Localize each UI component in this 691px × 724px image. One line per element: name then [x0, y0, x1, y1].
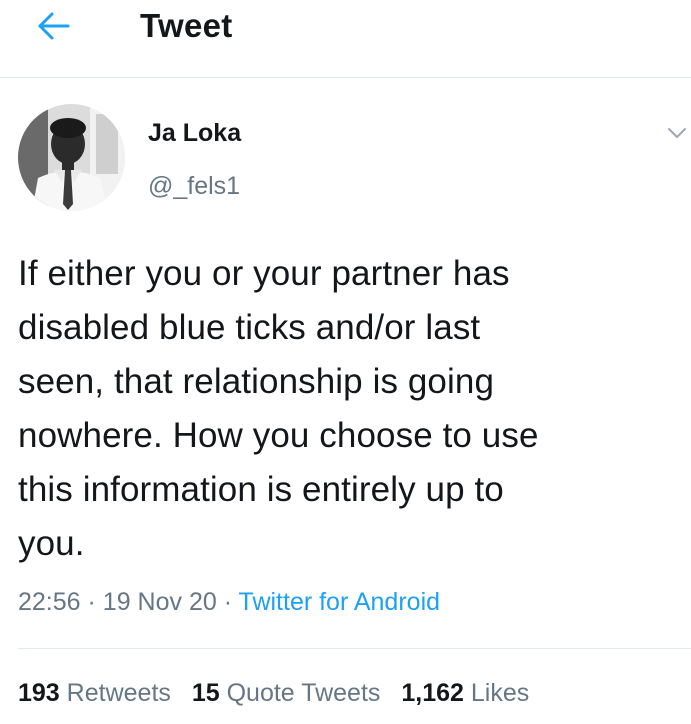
tweet-text: If either you or your partner has disabl…	[18, 254, 539, 563]
chevron-down-icon	[668, 128, 686, 138]
avatar[interactable]	[18, 104, 125, 211]
tweet-source-link[interactable]: Twitter for Android	[239, 588, 440, 616]
tweet-menu-button[interactable]	[664, 120, 690, 146]
tweet-date: 19 Nov 20	[102, 588, 217, 616]
top-bar: Tweet	[0, 0, 691, 78]
retweets-count: 193	[18, 679, 60, 707]
quote-tweets-stat[interactable]: 15 Quote Tweets	[192, 676, 381, 710]
arrow-left-icon	[38, 12, 70, 40]
tweet-time: 22:56	[18, 588, 81, 616]
retweets-label: Retweets	[66, 679, 171, 707]
likes-stat[interactable]: 1,162 Likes	[401, 676, 529, 710]
quote-tweets-label: Quote Tweets	[226, 679, 381, 707]
tweet-stats: 193 Retweets 15 Quote Tweets 1,162 Likes	[18, 676, 543, 710]
retweets-stat[interactable]: 193 Retweets	[18, 676, 171, 710]
back-button[interactable]	[28, 6, 78, 46]
profile-photo	[18, 104, 125, 211]
author-handle[interactable]: @_fels1	[148, 170, 240, 202]
page-title: Tweet	[140, 7, 233, 44]
author-name[interactable]: Ja Loka	[148, 117, 241, 149]
quote-tweets-count: 15	[191, 679, 220, 707]
tweet-meta: 22:56 · 19 Nov 20 · Twitter for Android	[18, 585, 440, 619]
likes-label: Likes	[470, 679, 530, 707]
divider	[18, 648, 691, 649]
meta-separator: ·	[87, 588, 96, 616]
meta-separator: ·	[223, 588, 233, 616]
likes-count: 1,162	[401, 679, 464, 707]
